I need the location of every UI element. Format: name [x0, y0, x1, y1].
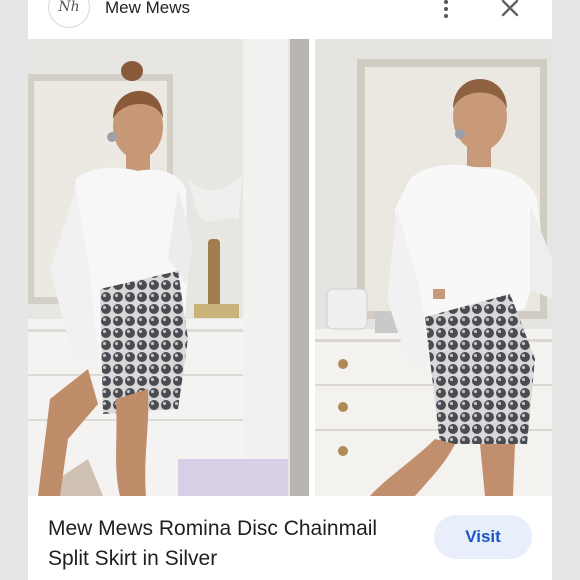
image-result-card: Nh Mew Mews Mew Mews Romina Disc Chainma… — [28, 0, 552, 580]
product-image-front[interactable] — [28, 39, 309, 496]
product-title-line-2: Split Skirt in Silver — [48, 547, 218, 570]
product-title[interactable]: Mew Mews Romina Disc Chainmail Split Ski… — [48, 514, 418, 574]
visit-button[interactable]: Visit — [434, 515, 532, 559]
result-header: Nh Mew Mews — [28, 0, 552, 34]
left-backdrop — [0, 0, 28, 580]
close-icon[interactable] — [498, 0, 522, 20]
brand-name[interactable]: Mew Mews — [105, 0, 190, 18]
more-vert-icon[interactable] — [438, 0, 454, 21]
right-backdrop — [552, 0, 580, 580]
product-image-side[interactable] — [315, 39, 552, 496]
product-title-line-1: Mew Mews Romina Disc Chainmail — [48, 517, 378, 540]
brand-logo[interactable]: Nh — [48, 0, 90, 28]
